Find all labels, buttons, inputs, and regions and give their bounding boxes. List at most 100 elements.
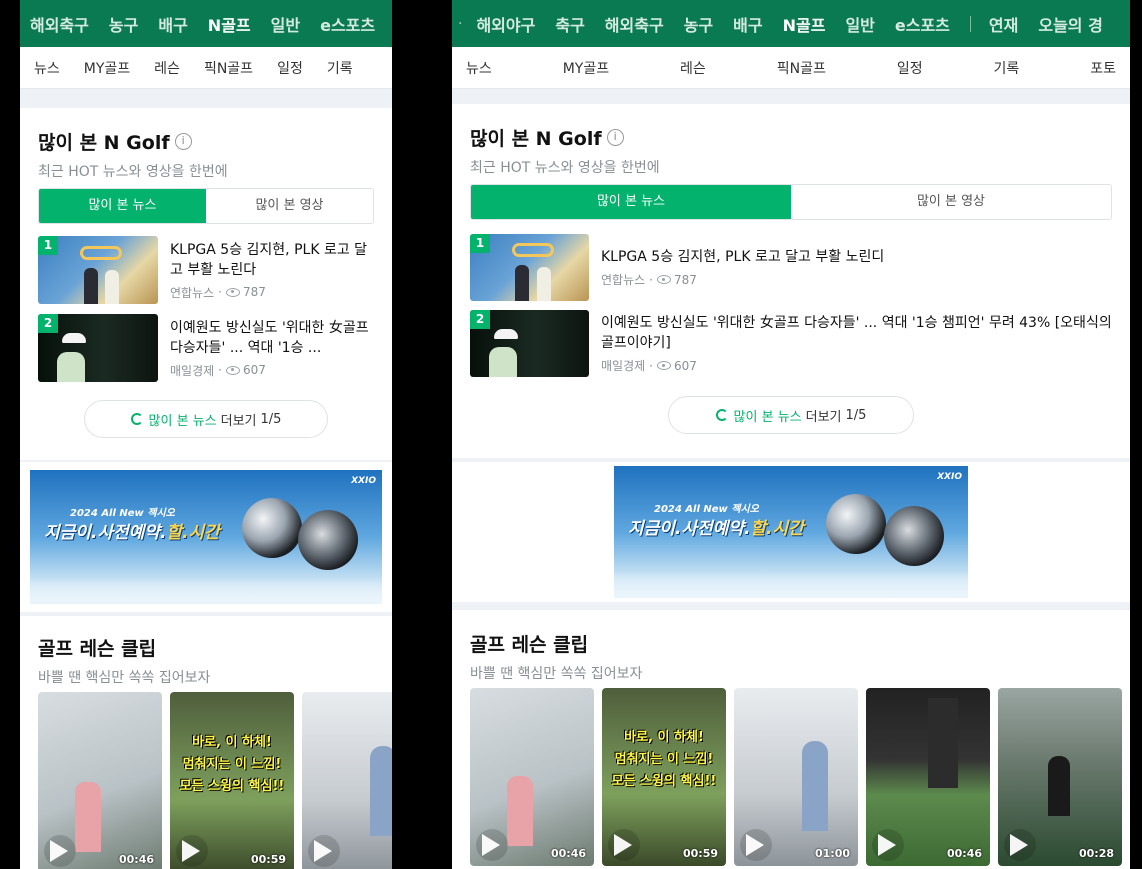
sub-nav-item[interactable]: 레슨	[154, 58, 180, 78]
more-news-button[interactable]: 많이 본 뉴스 더보기 1/5	[668, 396, 914, 434]
news-thumbnail[interactable]: 2	[470, 310, 589, 377]
play-icon[interactable]	[614, 834, 632, 856]
top-nav-item[interactable]: 배구	[158, 12, 187, 36]
top-nav-item[interactable]: 농구	[109, 12, 138, 36]
news-meta: 매일경제 · 607	[601, 357, 1114, 374]
news-meta: 연합뉴스 · 787	[601, 271, 1114, 288]
news-thumbnail[interactable]: 2	[38, 314, 158, 382]
info-icon[interactable]: i	[606, 129, 624, 146]
sub-nav-item[interactable]: MY골프	[563, 58, 609, 78]
top-nav-item[interactable]: 오늘의 경	[1038, 12, 1102, 36]
lesson-clip[interactable]: 바로, 이 하체! 멈춰지는 이 느낌! 모든 스윙의 핵심!! 00:59	[602, 688, 726, 866]
news-item[interactable]: 2 이예원도 방신실도 '위대한 女골프 다승자들' ... 역대 '1승 챔피…	[470, 310, 1114, 377]
news-title[interactable]: KLPGA 5승 김지현, PLK 로고 달고 부활 노린다	[170, 240, 378, 280]
ad-banner[interactable]: XXIO 2024 All New 젝시오 지금이.사전예약.할.시간	[614, 466, 968, 598]
lesson-clip[interactable]: 00:46	[866, 688, 990, 866]
more-news-button[interactable]: 많이 본 뉴스 더보기 1/5	[84, 400, 328, 438]
clip-duration: 00:59	[682, 847, 718, 860]
golf-club-icon	[826, 494, 886, 554]
tab-popular-video[interactable]: 많이 본 영상	[206, 189, 373, 223]
news-title[interactable]: 이예원도 방신실도 '위대한 女골프 다승자들' ... 역대 '1승 ...	[170, 318, 378, 358]
sub-nav-item[interactable]: 포토	[1090, 58, 1116, 78]
ad-section: XXIO 2024 All New 젝시오 지금이.사전예약.할.시간	[452, 462, 1130, 602]
sub-nav-item[interactable]: 뉴스	[34, 58, 60, 78]
section-subtitle: 최근 HOT 뉴스와 영상을 한번에	[38, 164, 228, 180]
sub-nav-item[interactable]: 픽N골프	[204, 58, 253, 78]
lesson-clip[interactable]: 00:46	[38, 692, 162, 869]
sub-nav-item[interactable]: 기록	[994, 58, 1020, 78]
play-icon[interactable]	[1010, 834, 1028, 856]
news-thumbnail[interactable]: 1	[470, 234, 589, 301]
top-nav-item-active[interactable]: N골프	[783, 12, 826, 36]
top-nav-item[interactable]: 연재	[989, 12, 1018, 36]
meta-separator: ·	[649, 358, 653, 373]
play-icon[interactable]	[182, 840, 200, 862]
play-icon[interactable]	[746, 834, 764, 856]
sub-nav-item[interactable]: 뉴스	[466, 58, 492, 78]
ad-banner[interactable]: XXIO 2024 All New 젝시오 지금이.사전예약.할.시간	[30, 470, 382, 604]
top-nav-item[interactable]: 일반	[845, 12, 874, 36]
news-item[interactable]: 2 이예원도 방신실도 '위대한 女골프 다승자들' ... 역대 '1승 ..…	[38, 314, 378, 382]
clip-duration: 00:59	[250, 853, 286, 866]
more-button-label: 많이 본 뉴스	[148, 413, 217, 429]
news-item[interactable]: 1 KLPGA 5승 김지현, PLK 로고 달고 부활 노린다 연합뉴스 · …	[38, 236, 378, 304]
top-nav-item[interactable]: 해외야구	[476, 12, 535, 36]
sponsor-logo-icon	[80, 245, 122, 260]
sub-nav-item[interactable]: 일정	[277, 58, 303, 78]
person-icon	[83, 268, 98, 304]
ad-headline: 지금이.사전예약.할.시간	[44, 523, 220, 543]
info-icon[interactable]: i	[174, 133, 192, 150]
ad-brand-logo: XXIO	[351, 476, 376, 486]
more-button-label: 많이 본 뉴스	[733, 409, 802, 425]
top-nav: 해외축구 농구 배구 N골프 일반 e스포츠	[20, 0, 392, 47]
sub-nav-item[interactable]: 레슨	[680, 58, 706, 78]
sub-nav-item[interactable]: 픽N골프	[777, 58, 826, 78]
sub-nav-item[interactable]: 기록	[327, 58, 353, 78]
top-nav-item[interactable]: 배구	[733, 12, 762, 36]
top-nav-item[interactable]: 농구	[684, 12, 713, 36]
view-count: 787	[674, 272, 697, 287]
cloud-decoration	[614, 572, 968, 598]
clip-duration: 01:00	[814, 847, 850, 860]
news-thumbnail[interactable]: 1	[38, 236, 158, 304]
play-icon[interactable]	[482, 834, 500, 856]
tab-popular-news[interactable]: 많이 본 뉴스	[39, 189, 206, 223]
section-title: 많이 본 N Golf i	[38, 128, 228, 155]
popular-section: 많이 본 N Golf i 최근 HOT 뉴스와 영상을 한번에 많이 본 뉴스…	[452, 104, 1130, 458]
news-source: 연합뉴스	[601, 273, 646, 287]
top-nav-item[interactable]: e스포츠	[895, 12, 950, 36]
top-nav-item[interactable]: e스포츠	[320, 12, 375, 36]
top-nav-item[interactable]: 축구	[555, 12, 584, 36]
lesson-clip[interactable]: 00:28	[998, 688, 1122, 866]
top-nav-item-active[interactable]: N골프	[208, 12, 251, 36]
play-icon[interactable]	[314, 840, 332, 862]
news-item[interactable]: 1 KLPGA 5승 김지현, PLK 로고 달고 부활 노린디 연합뉴스 · …	[470, 234, 1114, 301]
sub-nav-item[interactable]: MY골프	[84, 58, 130, 78]
top-nav-item[interactable]: 일반	[271, 12, 300, 36]
tab-popular-news[interactable]: 많이 본 뉴스	[471, 185, 791, 219]
popular-section: 많이 본 N Golf i 최근 HOT 뉴스와 영상을 한번에 많이 본 뉴스…	[20, 108, 392, 460]
news-meta: 매일경제 · 607	[170, 362, 378, 379]
play-icon[interactable]	[878, 834, 896, 856]
golf-club-icon	[884, 506, 944, 566]
rank-badge: 2	[470, 310, 490, 329]
cloud-decoration	[30, 578, 382, 604]
news-title[interactable]: 이예원도 방신실도 '위대한 女골프 다승자들' ... 역대 '1승 챔피언'…	[601, 313, 1114, 353]
refresh-icon	[715, 409, 728, 421]
tab-popular-video[interactable]: 많이 본 영상	[791, 185, 1111, 219]
lesson-clip[interactable]: 00:46	[470, 688, 594, 866]
top-nav-lead: ·	[458, 15, 463, 32]
sub-nav: 뉴스 MY골프 레슨 픽N골프 일정 기록 포토	[452, 47, 1130, 89]
play-icon[interactable]	[50, 840, 68, 862]
rank-badge: 1	[38, 236, 58, 255]
sub-nav-item[interactable]: 일정	[897, 58, 923, 78]
news-title[interactable]: KLPGA 5승 김지현, PLK 로고 달고 부활 노린디	[601, 247, 1114, 267]
ad-section: XXIO 2024 All New 젝시오 지금이.사전예약.할.시간	[20, 462, 392, 612]
lesson-clip[interactable]: 바로, 이 하체! 멈춰지는 이 느낌! 모든 스윙의 핵심!! 00:59	[170, 692, 294, 869]
top-nav-item[interactable]: 해외축구	[30, 12, 89, 36]
lesson-clip[interactable]	[302, 692, 392, 869]
view-count: 787	[243, 285, 266, 299]
lesson-clip[interactable]: 01:00	[734, 688, 858, 866]
golfer-hat-icon	[493, 328, 518, 339]
top-nav-item[interactable]: 해외축구	[605, 12, 664, 36]
